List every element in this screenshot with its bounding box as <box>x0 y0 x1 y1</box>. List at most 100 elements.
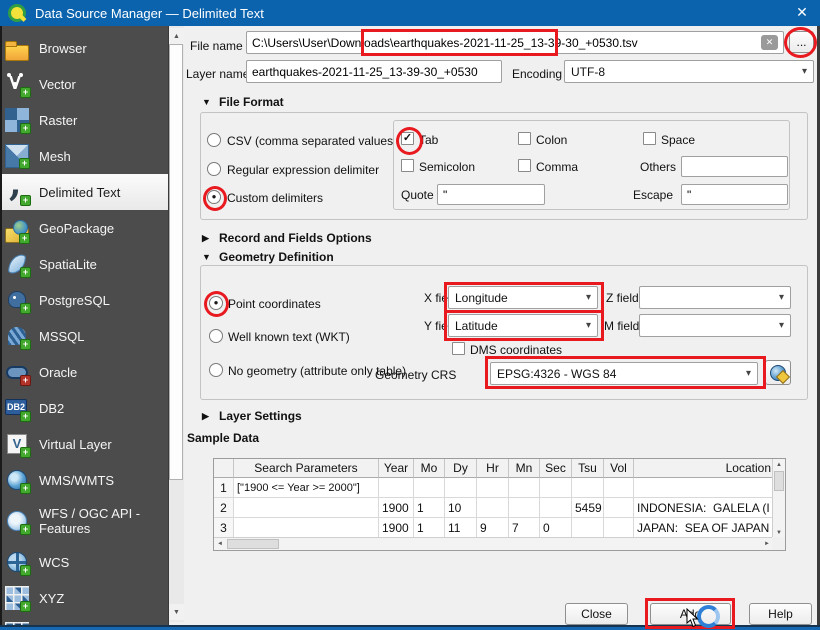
sidebar-item-geopackage[interactable]: GeoPackage <box>0 210 168 246</box>
vector-layer-icon <box>5 72 29 96</box>
radio-no-geometry[interactable] <box>209 363 223 377</box>
sidebar-item-mssql[interactable]: MSSQL <box>0 318 168 354</box>
sidebar-item-wfs-ogc-api[interactable]: WFS / OGC API - Features <box>0 498 168 544</box>
sidebar-item-vector-tile[interactable]: Vector Tile <box>0 616 168 630</box>
checkbox-tab-label: Tab <box>419 133 438 147</box>
escape-input[interactable] <box>681 184 788 205</box>
scroll-down-icon[interactable]: ▼ <box>169 604 184 620</box>
scrollbar-thumb[interactable] <box>227 539 279 549</box>
help-button[interactable]: Help <box>749 603 812 625</box>
checkbox-comma[interactable] <box>518 159 531 172</box>
expanded-arrow-icon: ▼ <box>202 252 212 262</box>
table-row: 3 1900 1 11 9 7 0 JAPAN: SEA OF JAPAN <box>214 518 785 538</box>
geometry-definition-header[interactable]: ▼ Geometry Definition <box>202 250 334 264</box>
layer-name-label: Layer name <box>186 67 249 81</box>
chevron-down-icon: ▾ <box>746 368 751 379</box>
radio-csv-label: CSV (comma separated values) <box>227 134 397 148</box>
radio-wkt[interactable] <box>209 329 223 343</box>
geometry-crs-label: Geometry CRS <box>375 368 456 382</box>
scrollbar-thumb[interactable] <box>169 44 183 480</box>
chevron-down-icon: ▾ <box>586 292 591 303</box>
x-field-select[interactable]: Longitude ▾ <box>448 286 598 309</box>
file-name-input[interactable] <box>246 31 784 54</box>
geopackage-icon <box>5 228 29 243</box>
scrollbar-thumb[interactable] <box>774 471 784 491</box>
oracle-icon <box>5 360 29 384</box>
table-vertical-scrollbar[interactable]: ▲ ▼ <box>772 459 785 538</box>
checkbox-colon-label: Colon <box>536 133 567 147</box>
file-name-label: File name <box>190 39 243 53</box>
chevron-down-icon: ▾ <box>779 320 784 331</box>
checkbox-tab[interactable]: ✓ <box>401 132 414 145</box>
sidebar-item-postgresql[interactable]: PostgreSQL <box>0 282 168 318</box>
qgis-logo-icon <box>8 4 26 22</box>
postgresql-icon <box>5 288 29 312</box>
sidebar-item-wcs[interactable]: WCS <box>0 544 168 580</box>
y-field-select[interactable]: Latitude ▾ <box>448 314 598 337</box>
m-field-select[interactable]: ▾ <box>639 314 791 337</box>
collapsed-arrow-icon: ▶ <box>202 233 212 244</box>
sample-data-table: Search Parameters Year Mo Dy Hr Mn Sec T… <box>213 458 786 551</box>
checkbox-semicolon[interactable] <box>401 159 414 172</box>
record-fields-header[interactable]: ▶ Record and Fields Options <box>202 231 372 245</box>
crs-globe-icon <box>770 365 786 381</box>
z-field-select[interactable]: ▾ <box>639 286 791 309</box>
sidebar-item-spatialite[interactable]: SpatiaLite <box>0 246 168 282</box>
sidebar-item-oracle[interactable]: Oracle <box>0 354 168 390</box>
window-title: Data Source Manager — Delimited Text <box>35 6 264 21</box>
scrollbar-corner <box>772 537 785 550</box>
checkbox-dms-label: DMS coordinates <box>470 343 562 357</box>
checkbox-dms[interactable] <box>452 342 465 355</box>
scroll-up-icon[interactable]: ▲ <box>169 28 184 44</box>
layer-settings-header[interactable]: ▶ Layer Settings <box>202 409 302 423</box>
sidebar-item-raster[interactable]: Raster <box>0 102 168 138</box>
delimited-text-icon <box>5 180 29 204</box>
sidebar-item-wms-wmts[interactable]: WMS/WMTS <box>0 462 168 498</box>
chevron-down-icon: ▾ <box>586 320 591 331</box>
radio-regexp-label: Regular expression delimiter <box>227 163 379 177</box>
collapsed-arrow-icon: ▶ <box>202 411 212 422</box>
file-format-header[interactable]: ▼ File Format <box>202 95 284 109</box>
scroll-left-icon[interactable]: ◄ <box>214 538 226 550</box>
m-field-label: M field <box>604 319 639 333</box>
sidebar-item-virtual-layer[interactable]: Virtual Layer <box>0 426 168 462</box>
close-window-icon[interactable]: ✕ <box>788 1 816 24</box>
others-input[interactable] <box>681 156 788 177</box>
table-horizontal-scrollbar[interactable]: ◄ ► <box>214 537 773 550</box>
checkbox-colon[interactable] <box>518 132 531 145</box>
titlebar: Data Source Manager — Delimited Text ✕ <box>0 0 820 26</box>
virtual-layer-icon <box>5 432 29 456</box>
select-crs-button[interactable] <box>765 360 791 385</box>
sample-data-header: Sample Data <box>187 431 259 445</box>
browse-button[interactable]: ... <box>789 31 814 53</box>
radio-point-coordinates[interactable]: ● <box>209 296 223 310</box>
radio-custom-delimiters[interactable]: ● <box>207 190 221 204</box>
radio-wkt-label: Well known text (WKT) <box>228 330 350 344</box>
clear-icon[interactable]: ✕ <box>761 35 778 50</box>
geometry-crs-select[interactable]: EPSG:4326 - WGS 84 ▾ <box>490 362 758 385</box>
folder-icon <box>5 45 29 61</box>
close-button[interactable]: Close <box>565 603 628 625</box>
encoding-select[interactable]: UTF-8 ▾ <box>564 60 814 83</box>
wfs-globe-icon <box>5 509 29 533</box>
radio-csv[interactable] <box>207 133 221 147</box>
chevron-down-icon: ▾ <box>779 292 784 303</box>
escape-label: Escape <box>633 188 673 202</box>
sidebar-item-mesh[interactable]: Mesh <box>0 138 168 174</box>
sidebar-item-vector[interactable]: Vector <box>0 66 168 102</box>
quote-input[interactable] <box>437 184 545 205</box>
sidebar-item-delimited-text[interactable]: Delimited Text <box>0 174 168 210</box>
sidebar-item-db2[interactable]: DB2 <box>0 390 168 426</box>
scroll-up-icon[interactable]: ▲ <box>773 459 785 470</box>
checkbox-space[interactable] <box>643 132 656 145</box>
sidebar-item-xyz[interactable]: XYZ <box>0 580 168 616</box>
panel-scrollbar[interactable]: ▲ ▼ <box>169 26 184 622</box>
z-field-label: Z field <box>606 291 639 305</box>
radio-regexp[interactable] <box>207 162 221 176</box>
layer-name-input[interactable] <box>246 60 502 83</box>
quote-label: Quote <box>401 188 434 202</box>
wcs-globe-icon <box>5 550 29 574</box>
raster-layer-icon <box>5 108 29 132</box>
xyz-tiles-icon <box>5 586 29 610</box>
sidebar-item-browser[interactable]: Browser <box>0 30 168 66</box>
